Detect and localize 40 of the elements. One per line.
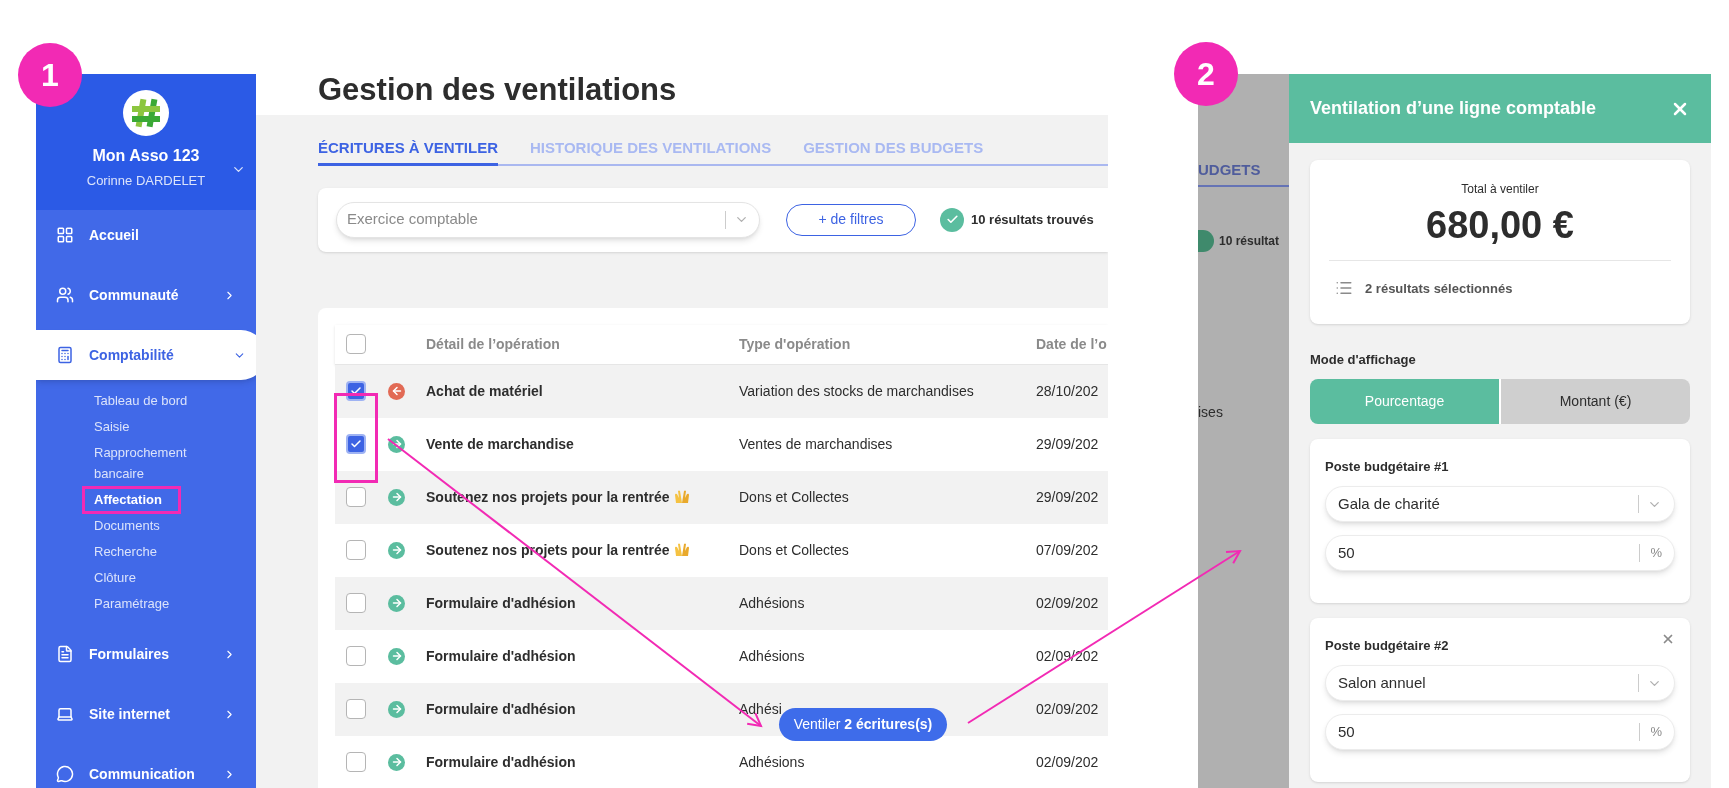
total-amount: 680,00 € — [1426, 203, 1574, 248]
table-cell-text: Adhésions — [739, 593, 806, 613]
table-cell-text: Formulaire d'adhésion — [426, 646, 576, 666]
organization-name: Mon Asso 123 — [92, 146, 200, 166]
mode-label: Mode d'affichage — [1310, 351, 1417, 369]
table-cell-text: ises — [1198, 402, 1223, 422]
budget-title: Poste budgétaire #2 — [1325, 636, 1449, 655]
table-cell-text: 28/10/202 — [1036, 381, 1099, 401]
table-cell-text: Dons et Collectes — [739, 487, 850, 507]
step-badge: 1 — [18, 43, 82, 107]
table-cell-text: Variation des stocks de marchandises — [739, 381, 975, 401]
budget-title: Poste budgétaire #1 — [1325, 457, 1449, 476]
column-header: Date de l’o — [1036, 334, 1107, 354]
table-cell-text: 29/09/202 — [1036, 487, 1099, 507]
selection-count: 2 résultats sélectionnés — [1365, 279, 1513, 298]
table-cell-text: Ventes de marchandises — [739, 434, 894, 454]
table-cell-text: 29/09/202 — [1036, 434, 1099, 454]
table-cell-text: Formulaire d'adhésion — [426, 752, 576, 772]
step-badge: 2 — [1174, 42, 1238, 106]
table-cell-text: Formulaire d'adhésion — [426, 699, 576, 719]
table-cell-text: 02/09/202 — [1036, 752, 1099, 772]
column-header: Type d'opération — [739, 334, 852, 354]
table-cell-text: Adhésions — [739, 752, 806, 772]
results-count: 10 résultat — [1219, 232, 1280, 250]
table-cell-text: 02/09/202 — [1036, 699, 1099, 719]
total-label: Total à ventiler — [1461, 181, 1539, 198]
table-cell-text: Dons et Collectes — [739, 540, 850, 560]
panel-title: Ventilation d’une ligne comptable — [1310, 97, 1598, 120]
table-cell-text: Achat de matériel — [426, 381, 543, 401]
table-cell-text: 07/09/202 — [1036, 540, 1099, 560]
unit-label: % — [1650, 544, 1662, 563]
page-title: Gestion des ventilations — [318, 74, 677, 105]
column-header: Détail de l’opération — [426, 334, 561, 354]
table-cell-text: Adhésions — [739, 646, 806, 666]
table-cell-text: Vente de marchandise — [426, 434, 574, 454]
user-name: Corinne DARDELET — [86, 172, 206, 190]
results-count: 10 résultats trouvés — [971, 210, 1094, 229]
unit-label: % — [1650, 723, 1662, 742]
table-cell-text: 02/09/202 — [1036, 593, 1099, 613]
table-cell-text: Formulaire d'adhésion — [426, 593, 576, 613]
